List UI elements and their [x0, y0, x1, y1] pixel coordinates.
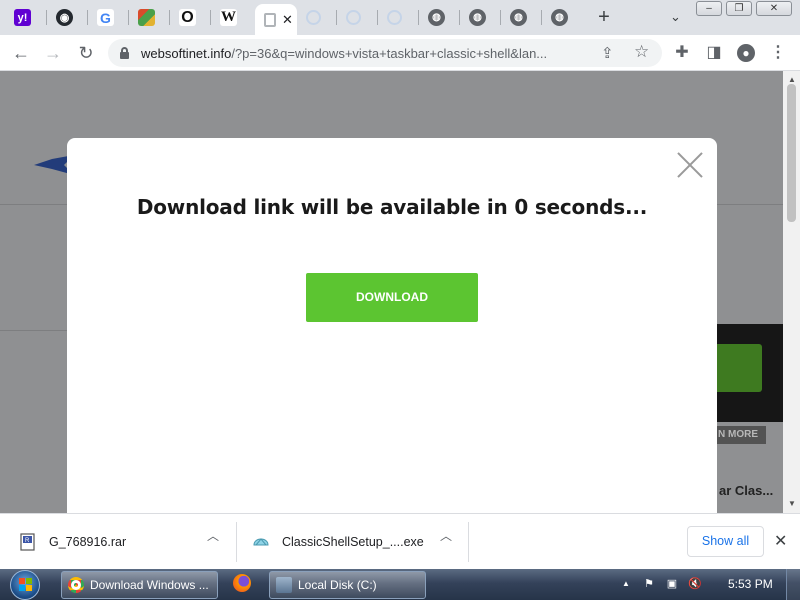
tab-search-chevron-icon[interactable]: ⌄	[670, 9, 681, 25]
url-text[interactable]: websoftinet.info/?p=36&q=windows+vista+t…	[141, 46, 591, 61]
background-post-title: ar Clas...	[719, 483, 774, 498]
tab-loading[interactable]	[337, 5, 378, 30]
close-window-button[interactable]: ✕	[756, 1, 792, 16]
globe-icon: ◍	[510, 9, 527, 26]
divider	[468, 522, 469, 562]
shell-installer-icon	[253, 538, 269, 546]
tab-github[interactable]: ◉	[47, 5, 88, 30]
reload-button[interactable]: ↻	[76, 43, 96, 63]
url-path: /?p=36&q=windows+vista+taskbar+classic+s…	[231, 46, 548, 61]
github-icon: ◉	[56, 9, 73, 26]
loading-spinner-icon	[387, 10, 402, 25]
tab-globe[interactable]: ◍	[542, 5, 583, 30]
lock-icon[interactable]	[120, 47, 129, 59]
back-button[interactable]: ←	[11, 43, 31, 63]
drive-icon	[276, 577, 292, 593]
download-item[interactable]: R G_768916.rar	[20, 522, 126, 562]
download-file-name: G_768916.rar	[49, 535, 127, 549]
taskbar-task-explorer[interactable]: Local Disk (C:)	[269, 571, 426, 599]
background-green-button	[716, 344, 762, 392]
taskbar-task-label: Download Windows ...	[90, 578, 209, 592]
yahoo-icon: y!	[14, 9, 31, 26]
tab-wikipedia[interactable]: W	[211, 5, 255, 30]
circle-logo-icon: O	[179, 9, 196, 26]
tab-loading[interactable]	[378, 5, 419, 30]
bookmark-star-icon[interactable]: ☆	[634, 42, 649, 62]
rar-file-icon: R	[20, 533, 35, 551]
tab-google[interactable]: G	[88, 5, 129, 30]
background-more-button: N MORE	[716, 426, 766, 444]
firefox-icon[interactable]	[233, 574, 253, 594]
page-scrollbar[interactable]: ▲ ▼	[783, 71, 800, 513]
tab-globe[interactable]: ◍	[460, 5, 501, 30]
profile-avatar-icon[interactable]: ●	[736, 43, 756, 63]
windows-taskbar: Download Windows ... Local Disk (C:) ▲ ⚑…	[0, 569, 800, 600]
scroll-thumb[interactable]	[787, 84, 796, 222]
start-button[interactable]	[6, 570, 46, 600]
restore-button[interactable]: ❐	[726, 1, 752, 16]
new-tab-button[interactable]: +	[594, 7, 614, 28]
windows-orb-icon	[10, 570, 40, 600]
globe-icon: ◍	[428, 9, 445, 26]
system-tray: ▲ ⚑ ▣ 🔇	[618, 576, 703, 592]
wikipedia-icon: W	[220, 9, 237, 26]
download-item[interactable]: ClassicShellSetup_....exe	[253, 522, 424, 562]
extensions-puzzle-icon[interactable]: ✚	[672, 43, 692, 63]
chevron-up-icon[interactable]: ︿	[207, 527, 219, 544]
tab-loading[interactable]	[297, 5, 337, 30]
tab-active[interactable]: ✕	[255, 4, 297, 35]
globe-icon: ◍	[551, 9, 568, 26]
clock[interactable]: 5:53 PM	[728, 577, 773, 591]
background-card: N MORE	[716, 324, 783, 444]
tab-strip: y! ◉ G O W ✕ ◍ ◍ ◍ ◍ + ⌄ – ❐ ✕	[0, 0, 800, 35]
url-host: websoftinet.info	[141, 46, 232, 61]
address-bar[interactable]: websoftinet.info/?p=36&q=windows+vista+t…	[108, 39, 662, 67]
modal-title: Download link will be available in 0 sec…	[136, 195, 648, 219]
minimize-button[interactable]: –	[696, 1, 722, 16]
download-file-name: ClassicShellSetup_....exe	[282, 535, 424, 549]
window-controls: – ❐ ✕	[696, 1, 792, 16]
globe-icon: ◍	[469, 9, 486, 26]
scroll-up-arrow-icon[interactable]: ▲	[788, 75, 796, 84]
svg-text:R: R	[25, 538, 30, 544]
forward-button[interactable]: →	[43, 43, 63, 63]
close-icon[interactable]: ✕	[774, 531, 787, 551]
tray-expand-icon[interactable]: ▲	[618, 576, 634, 592]
download-modal: Download link will be available in 0 sec…	[67, 138, 717, 518]
tab-site-o[interactable]: O	[170, 5, 211, 30]
google-icon: G	[97, 9, 114, 26]
page-icon	[264, 12, 276, 27]
network-icon[interactable]: ▣	[664, 576, 680, 592]
taskbar-task-label: Local Disk (C:)	[298, 578, 377, 592]
menu-kebab-icon[interactable]: ⋮	[768, 43, 788, 63]
browser-toolbar: ← → ↻ websoftinet.info/?p=36&q=windows+v…	[0, 35, 800, 71]
tab-globe[interactable]: ◍	[419, 5, 460, 30]
scroll-down-arrow-icon[interactable]: ▼	[788, 499, 796, 508]
app-icon	[138, 9, 155, 26]
download-button[interactable]: DOWNLOAD	[306, 273, 478, 322]
chevron-up-icon[interactable]: ︿	[440, 527, 452, 544]
tab-app[interactable]	[129, 5, 170, 30]
close-icon[interactable]	[676, 151, 704, 179]
download-shelf: R G_768916.rar ︿ ClassicShellSetup_....e…	[0, 513, 800, 569]
chrome-icon	[68, 577, 84, 593]
side-panel-icon[interactable]: ◨	[704, 43, 724, 63]
divider	[0, 330, 70, 331]
share-icon[interactable]: ⇪	[601, 44, 614, 62]
divider	[236, 522, 237, 562]
tab-close-icon[interactable]: ✕	[282, 12, 293, 28]
loading-spinner-icon	[306, 10, 321, 25]
volume-muted-icon[interactable]: 🔇	[687, 576, 703, 592]
tab-globe[interactable]: ◍	[501, 5, 542, 30]
show-all-button[interactable]: Show all	[687, 526, 764, 557]
taskbar-task-chrome[interactable]: Download Windows ...	[61, 571, 218, 599]
flag-alert-icon[interactable]: ⚑	[641, 576, 657, 592]
show-desktop-button[interactable]	[786, 569, 800, 600]
loading-spinner-icon	[346, 10, 361, 25]
tab-yahoo[interactable]: y!	[5, 5, 47, 30]
